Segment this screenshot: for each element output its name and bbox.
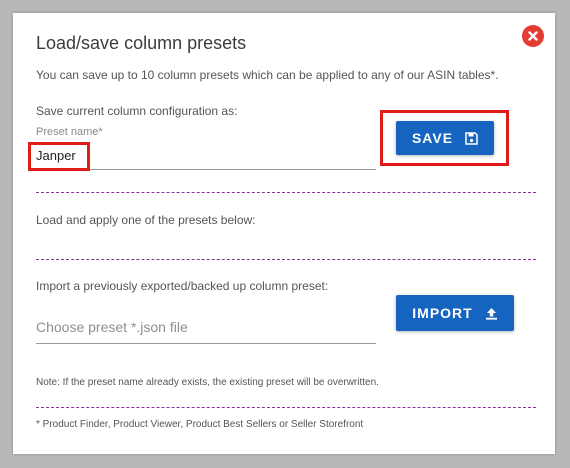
divider (36, 259, 536, 260)
import-heading: Import a previously exported/backed up c… (36, 279, 329, 293)
load-heading: Load and apply one of the presets below: (36, 213, 256, 227)
close-icon (528, 31, 538, 41)
close-button[interactable] (522, 25, 544, 47)
overwrite-note: Note: If the preset name already exists,… (36, 377, 379, 388)
preset-name-label: Preset name* (36, 126, 103, 138)
divider (36, 192, 536, 193)
dialog-title: Load/save column presets (36, 33, 247, 53)
save-icon (465, 131, 478, 145)
presets-dialog: Load/save column presets You can save up… (13, 13, 555, 454)
save-heading: Save current column configuration as: (36, 104, 238, 118)
import-button-label: IMPORT (412, 305, 473, 321)
file-input[interactable]: Choose preset *.json file (36, 319, 188, 335)
file-input-underline (36, 343, 376, 344)
upload-icon (485, 307, 497, 320)
intro-text: You can save up to 10 column presets whi… (36, 68, 499, 82)
save-button[interactable]: SAVE (396, 121, 494, 155)
divider (36, 407, 536, 408)
import-button[interactable]: IMPORT (396, 295, 514, 331)
preset-name-highlight (28, 142, 90, 171)
footnote: * Product Finder, Product Viewer, Produc… (36, 419, 364, 430)
save-button-label: SAVE (411, 130, 454, 146)
